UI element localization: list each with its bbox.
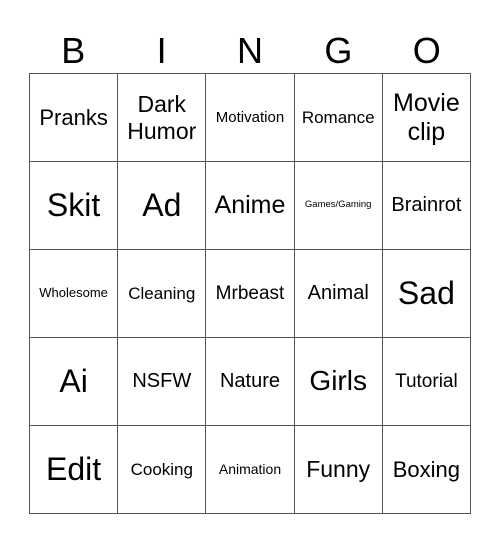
bingo-cell[interactable]: Skit: [30, 162, 119, 250]
bingo-cell[interactable]: Cooking: [118, 426, 207, 514]
bingo-cell[interactable]: Wholesome: [30, 250, 119, 338]
bingo-grid: Pranks Dark Humor Motivation Romance Mov…: [29, 73, 471, 514]
bingo-cell[interactable]: Dark Humor: [118, 74, 207, 162]
bingo-cell[interactable]: Sad: [382, 250, 471, 338]
bingo-cell[interactable]: Tutorial: [382, 338, 471, 426]
bingo-cell[interactable]: Animal: [294, 250, 383, 338]
header-letter-b: B: [61, 30, 86, 71]
bingo-cell[interactable]: Cleaning: [118, 250, 207, 338]
bingo-cell[interactable]: Nature: [206, 338, 295, 426]
bingo-cell[interactable]: NSFW: [118, 338, 207, 426]
bingo-cell[interactable]: Romance: [294, 74, 383, 162]
header-letter-i: I: [156, 30, 167, 71]
bingo-cell[interactable]: Anime: [206, 162, 295, 250]
bingo-header: B I N G O: [29, 28, 471, 73]
header-letter-g: G: [324, 30, 353, 71]
header-letter-o: O: [412, 30, 441, 71]
bingo-cell[interactable]: Boxing: [382, 426, 471, 514]
bingo-cell[interactable]: Ai: [30, 338, 119, 426]
bingo-cell[interactable]: Edit: [30, 426, 119, 514]
header-letter-n: N: [236, 30, 263, 71]
bingo-cell[interactable]: Brainrot: [382, 162, 471, 250]
bingo-cell[interactable]: Ad: [118, 162, 207, 250]
bingo-cell[interactable]: Funny: [294, 426, 383, 514]
bingo-cell[interactable]: Games/Gaming: [294, 162, 383, 250]
bingo-cell[interactable]: Animation: [206, 426, 295, 514]
bingo-cell[interactable]: Movie clip: [382, 74, 471, 162]
bingo-cell[interactable]: Mrbeast: [206, 250, 295, 338]
bingo-cell[interactable]: Girls: [294, 338, 383, 426]
bingo-cell[interactable]: Pranks: [30, 74, 119, 162]
bingo-cell[interactable]: Motivation: [206, 74, 295, 162]
